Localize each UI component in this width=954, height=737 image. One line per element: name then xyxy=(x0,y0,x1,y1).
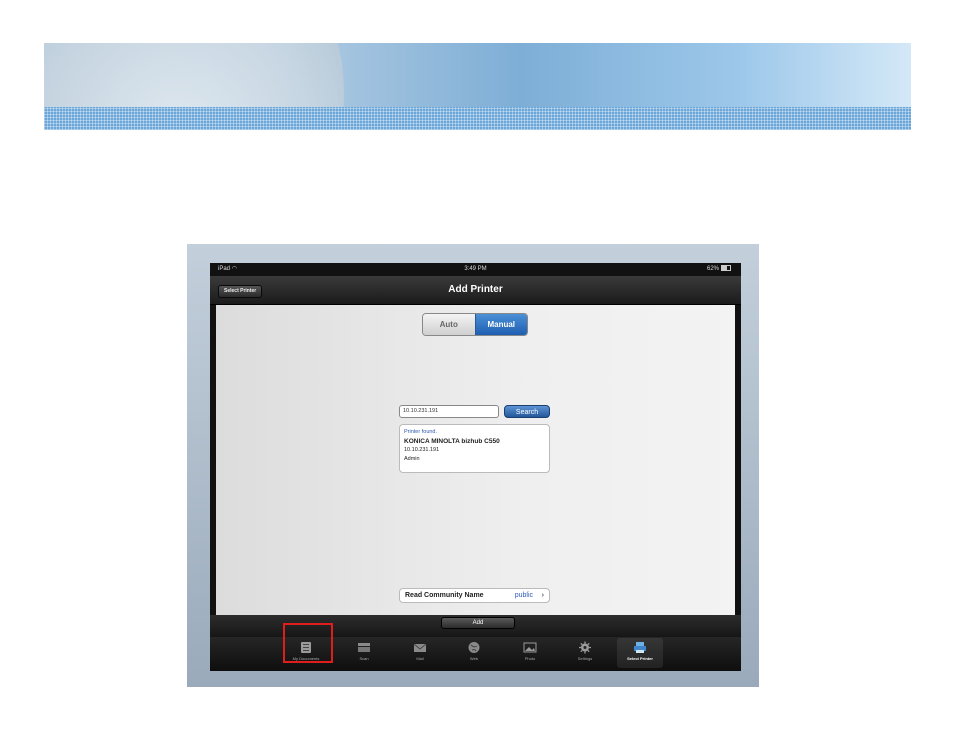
tab-web[interactable]: Web xyxy=(451,638,497,668)
slide-banner xyxy=(44,43,911,130)
printer-result-card[interactable]: Printer found. KONICA MINOLTA bizhub C55… xyxy=(399,424,550,473)
printer-model: KONICA MINOLTA bizhub C550 xyxy=(404,438,500,445)
chevron-right-icon: › xyxy=(541,592,544,599)
mode-segmented-control: Auto Manual xyxy=(422,313,528,336)
tab-label: Settings xyxy=(577,656,593,661)
highlight-box xyxy=(283,623,333,663)
manual-segment[interactable]: Manual xyxy=(474,314,527,335)
scanner-icon xyxy=(358,643,370,652)
tab-select-printer[interactable]: Select Printer xyxy=(617,638,663,668)
photo-icon xyxy=(523,642,537,653)
ipad-screen: iPad ◠ 3:49 PM 62% Select Printer Add Pr… xyxy=(210,263,741,671)
auto-segment[interactable]: Auto xyxy=(423,314,475,335)
banner-stripe xyxy=(44,107,911,130)
tab-settings[interactable]: Settings xyxy=(562,638,608,668)
mail-icon xyxy=(413,643,427,652)
community-value: public xyxy=(514,592,533,599)
ip-address-input[interactable]: 10.10.231.191 xyxy=(399,405,499,418)
tab-scan[interactable]: Scan xyxy=(341,638,387,668)
result-status: Printer found. xyxy=(404,429,438,435)
globe-icon xyxy=(468,642,480,653)
page-title: Add Printer xyxy=(448,284,503,295)
community-label: Read Community Name xyxy=(405,592,484,599)
tab-mail[interactable]: Mail xyxy=(397,638,443,668)
main-content: Auto Manual 10.10.231.191 Search Printer… xyxy=(216,305,735,615)
tab-label: Photo xyxy=(524,656,536,661)
tab-label: Web xyxy=(469,656,479,661)
status-bar: iPad ◠ 3:49 PM 62% xyxy=(210,263,741,276)
tab-label: Select Printer xyxy=(627,656,653,661)
nav-bar: Select Printer Add Printer xyxy=(210,276,741,305)
printer-user: Admin xyxy=(404,456,420,462)
printer-icon xyxy=(634,642,646,653)
tab-label: Scan xyxy=(359,656,369,661)
battery-icon xyxy=(721,265,731,272)
tab-photo[interactable]: Photo xyxy=(507,638,553,668)
printer-ip: 10.10.231.191 xyxy=(404,447,440,453)
add-button[interactable]: Add xyxy=(441,617,515,629)
status-time: 3:49 PM xyxy=(464,266,487,272)
screenshot-frame: iPad ◠ 3:49 PM 62% Select Printer Add Pr… xyxy=(187,244,759,687)
search-button[interactable]: Search xyxy=(504,405,550,418)
battery-status: 62% xyxy=(707,263,731,276)
gear-icon xyxy=(579,641,591,654)
tab-label: Mail xyxy=(416,656,424,661)
read-community-name-row[interactable]: Read Community Name public › xyxy=(399,588,550,603)
